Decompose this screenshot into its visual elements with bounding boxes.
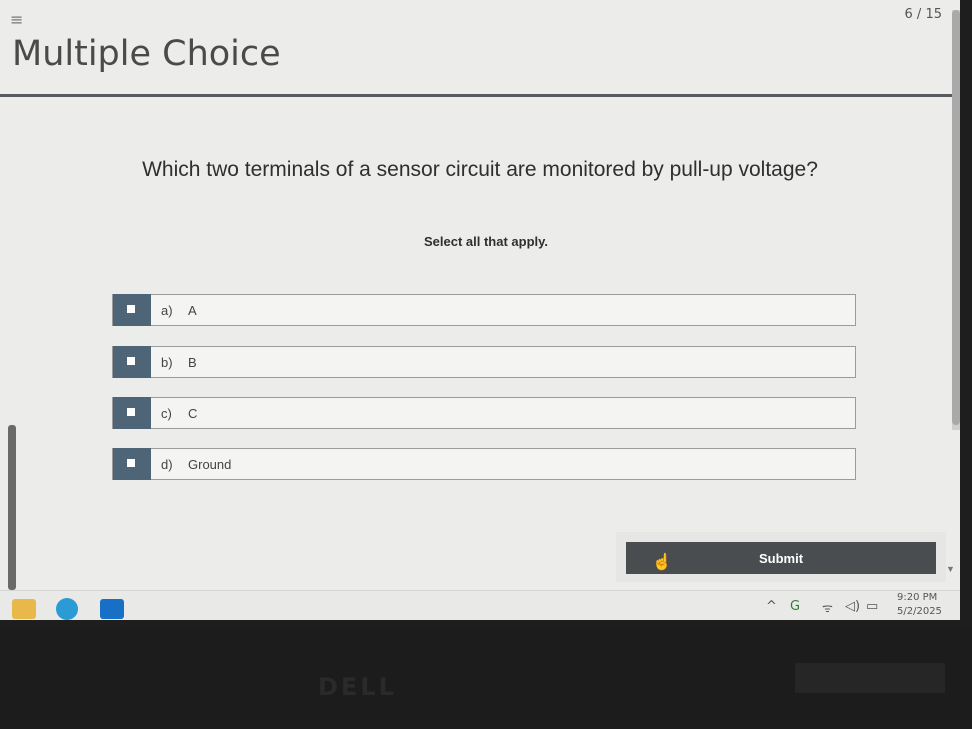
title-divider [0, 94, 952, 97]
sticker [795, 663, 945, 693]
hand-cursor-icon: ☝ [652, 554, 672, 571]
onedrive-icon[interactable]: G [790, 599, 800, 614]
folder-icon[interactable] [12, 599, 36, 619]
question-counter: 6 / 15 [904, 7, 942, 22]
battery-icon[interactable]: ▭ [866, 599, 878, 614]
checkbox[interactable] [113, 346, 151, 378]
option-letter: a) [161, 303, 173, 318]
page-title: Multiple Choice [12, 34, 281, 74]
option-text: C [188, 406, 198, 421]
checkbox[interactable] [113, 397, 151, 429]
instruction-text: Select all that apply. [423, 234, 549, 249]
clock[interactable]: 9:20 PM 5/2/2025 [897, 591, 942, 619]
menu-icon[interactable]: ≡ [10, 10, 23, 29]
screen: ≡ 6 / 15 Multiple Choice ▼ Which two ter… [0, 0, 960, 620]
checkbox[interactable] [113, 294, 151, 326]
brand-logo: DELL [318, 673, 397, 701]
option-b[interactable]: b) B [112, 346, 856, 378]
option-letter: d) [161, 457, 173, 472]
wifi-icon[interactable]: ᯤ [822, 599, 833, 616]
option-c[interactable]: c) C [112, 397, 856, 429]
option-letter: b) [161, 355, 173, 370]
option-text: B [188, 355, 197, 370]
question-text: Which two terminals of a sensor circuit … [142, 158, 818, 181]
option-a[interactable]: a) A [112, 294, 856, 326]
option-d[interactable]: d) Ground [112, 448, 856, 480]
edge-icon[interactable] [56, 598, 78, 620]
clock-date: 5/2/2025 [897, 606, 942, 617]
chevron-up-icon[interactable]: ^ [766, 599, 777, 614]
laptop-bezel: DELL [0, 628, 972, 729]
volume-icon[interactable]: ◁) [845, 599, 860, 614]
scroll-down-arrow-icon[interactable]: ▼ [946, 564, 955, 574]
scrollbar-thumb[interactable] [952, 10, 960, 425]
option-text: A [188, 303, 197, 318]
scrollbar[interactable] [952, 10, 960, 430]
submit-button[interactable]: Submit [626, 542, 936, 574]
taskbar: ^ G ᯤ ◁) ▭ 9:20 PM 5/2/2025 [0, 590, 960, 620]
checkbox[interactable] [113, 448, 151, 480]
outlook-icon[interactable] [100, 599, 124, 619]
left-scrollbar[interactable] [8, 425, 16, 590]
clock-time: 9:20 PM [897, 592, 938, 603]
option-letter: c) [161, 406, 172, 421]
option-text: Ground [188, 457, 232, 472]
